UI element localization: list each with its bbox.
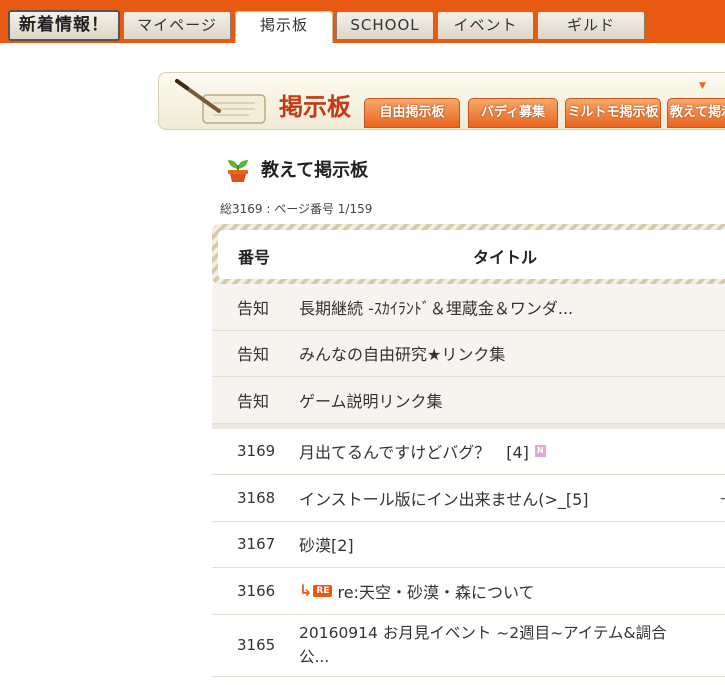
section-heading: 教えて掲示板 [225, 155, 368, 183]
thread-link[interactable]: 20160914 お月見イベント ~2週目~アイテム&調合公... [299, 615, 679, 676]
thread-row[interactable]: 3166 ↳ RE re:天空・砂漠・森について [212, 568, 725, 615]
dropdown-arrow-icon[interactable]: ▼ [699, 81, 706, 91]
thread-link[interactable]: 砂漠[2] [299, 522, 679, 568]
new-badge-icon: N [534, 445, 546, 458]
thread-link[interactable]: 長期継続 -ｽｶｲﾗﾝﾄﾞ＆埋蔵金＆ワンダ... [299, 284, 679, 330]
row-number: 3169 [237, 442, 276, 461]
reply-icon: ↳ RE [299, 581, 333, 600]
row-number: 3168 [237, 488, 276, 507]
thread-title: re:天空・砂漠・森について [337, 582, 535, 602]
row-extra: ｰ [720, 492, 725, 508]
row-number: 告知 [237, 298, 270, 318]
banner-title: 掲示板 [279, 92, 351, 121]
thread-link[interactable]: みんなの自由研究★リンク集 [299, 331, 679, 377]
notice-row[interactable]: 告知 長期継続 -ｽｶｲﾗﾝﾄﾞ＆埋蔵金＆ワンダ... [212, 284, 725, 331]
row-number: 告知 [237, 391, 270, 411]
tab-school[interactable]: SCHOOL [336, 11, 434, 39]
thread-list: 告知 長期継続 -ｽｶｲﾗﾝﾄﾞ＆埋蔵金＆ワンダ... 告知 みんなの自由研究★… [212, 284, 725, 677]
column-number: 番号 [238, 248, 271, 267]
thread-link[interactable]: インストール版にイン出来ません(>_[5] [299, 475, 679, 521]
notice-row[interactable]: 告知 ゲーム説明リンク集 [212, 377, 725, 424]
section-title: 教えて掲示板 [261, 160, 369, 181]
tab-mypage[interactable]: マイページ [123, 11, 231, 39]
thread-link[interactable]: 月出てるんですけどバグ？ [4] N [299, 429, 679, 475]
scroll-quill-icon [175, 79, 266, 124]
top-nav-bar: 新着情報！ マイページ 掲示板 SCHOOL イベント ギルド [0, 0, 725, 43]
bbs-banner: 掲示板 自由掲示板 バディ募集 ミルトモ掲示板 教えて掲示 ▼ [158, 72, 725, 130]
subtab-oshiete[interactable]: 教えて掲示 [667, 98, 725, 128]
tab-news[interactable]: 新着情報！ [8, 10, 120, 41]
thread-row[interactable]: 3168 インストール版にイン出来ません(>_[5] ｰ [212, 475, 725, 522]
row-number: 3167 [237, 535, 276, 554]
table-header: 番号 タイトル [212, 224, 725, 285]
row-number: 3165 [237, 636, 276, 654]
tab-bbs[interactable]: 掲示板 [235, 11, 333, 43]
thread-title: 月出てるんですけどバグ？ [4] [299, 443, 529, 463]
notice-row[interactable]: 告知 みんなの自由研究★リンク集 [212, 330, 725, 377]
paging-summary: 総3169 : ページ番号 1/159 [220, 202, 373, 216]
subtab-free-bbs[interactable]: 自由掲示板 [364, 98, 460, 128]
thread-row[interactable]: 3169 月出てるんですけどバグ？ [4] N [212, 428, 725, 475]
subtab-miltomo[interactable]: ミルトモ掲示板 [565, 98, 661, 128]
tab-event[interactable]: イベント [437, 11, 534, 39]
thread-link[interactable]: ゲーム説明リンク集 [299, 377, 679, 423]
sprout-pot-icon [228, 160, 248, 182]
tab-guild[interactable]: ギルド [537, 11, 645, 39]
thread-link[interactable]: ↳ RE re:天空・砂漠・森について [299, 568, 679, 614]
column-title: タイトル [473, 248, 538, 267]
subtab-buddy[interactable]: バディ募集 [468, 98, 558, 128]
row-number: 告知 [237, 345, 270, 365]
row-number: 3166 [237, 581, 276, 600]
thread-row[interactable]: 3165 20160914 お月見イベント ~2週目~アイテム&調合公... [212, 614, 725, 677]
thread-row[interactable]: 3167 砂漠[2] [212, 521, 725, 568]
